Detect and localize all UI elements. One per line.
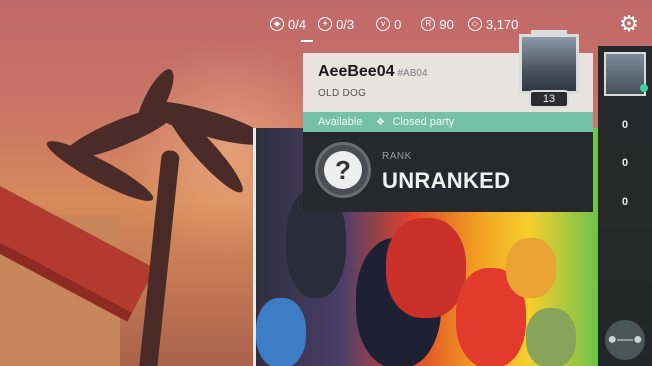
player-name-text: AeeBee04 — [318, 63, 395, 80]
question-icon: ? — [324, 151, 362, 189]
stat-item[interactable]: ✦ 0/3 — [318, 17, 354, 32]
rank-panel[interactable]: ? RANK UNRANKED — [303, 132, 593, 212]
triangle-diamond-icon: ◆ — [270, 17, 284, 31]
status-strip[interactable]: Available ❖ Closed party — [303, 112, 593, 132]
sidebar-count: 0 — [621, 196, 629, 208]
stat-item[interactable]: ∨ 0 — [376, 17, 401, 32]
portrait-cap — [531, 30, 567, 36]
player-name: AeeBee04 #AB04 — [318, 63, 428, 81]
currency-bar: ◆ 0/4 ✦ 0/3 ∨ 0 R 90 ◇ 3,170 ⚙ — [270, 10, 652, 38]
valorant-points-icon: ◇ — [467, 17, 482, 31]
radianite-icon: R — [421, 17, 436, 31]
stat-value: 0/4 — [288, 16, 307, 32]
sidebar-player-avatar[interactable] — [604, 52, 648, 96]
sidebar-count: 0 — [621, 157, 629, 169]
rank-value: UNRANKED — [382, 168, 511, 193]
player-card-art — [519, 34, 579, 94]
chevron-coin-icon: ∨ — [376, 17, 391, 31]
hero-figure — [256, 298, 306, 366]
stat-value: 0 — [394, 16, 402, 32]
stat-value: 0/3 — [336, 16, 355, 32]
party-sidebar: 0 0 0 ●—● — [598, 46, 652, 366]
active-tab-indicator — [301, 40, 313, 42]
gear-icon[interactable]: ⚙ — [616, 11, 642, 37]
stat-item[interactable]: ◆ 0/4 — [270, 17, 306, 32]
sidebar-count: 0 — [621, 119, 629, 131]
hero-figure — [526, 308, 576, 366]
stat-item[interactable]: ◇ 3,170 — [467, 17, 518, 32]
player-tag: #AB04 — [397, 68, 428, 79]
player-portrait[interactable]: 13 — [513, 30, 585, 108]
stat-item[interactable]: R 90 — [421, 16, 454, 32]
availability-status: Available — [318, 116, 363, 128]
hero-figure — [506, 238, 556, 298]
player-title: OLD DOG — [318, 88, 367, 99]
rank-label: RANK — [382, 151, 412, 162]
sunglasses-icon[interactable]: ●—● — [605, 320, 645, 360]
party-diamond-icon: ❖ — [375, 116, 385, 128]
stat-value: 90 — [439, 16, 454, 32]
rank-badge: ? — [315, 142, 371, 198]
hero-figure — [386, 218, 466, 318]
account-level: 13 — [529, 90, 569, 108]
online-status-dot — [640, 84, 648, 92]
star-circle-icon: ✦ — [318, 17, 333, 31]
party-status: Closed party — [392, 116, 455, 128]
